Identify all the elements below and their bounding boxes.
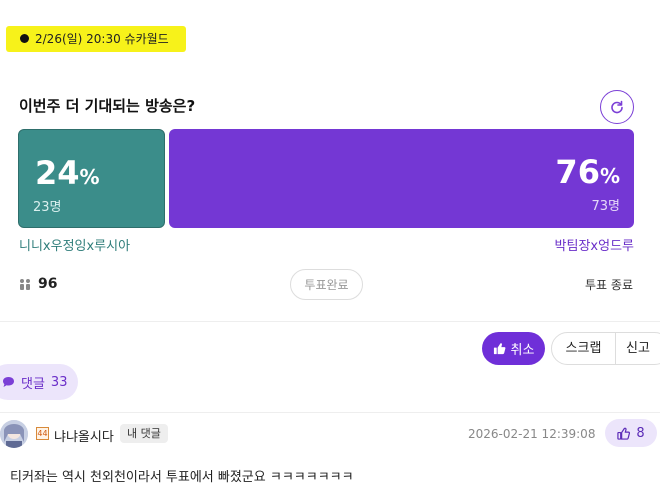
poll-option-right-percent: 76% (555, 153, 620, 191)
thumbs-up-icon (493, 343, 505, 355)
comment-timestamp: 2026-02-21 12:39:08 (468, 427, 596, 441)
refresh-button[interactable] (600, 90, 634, 124)
comment-username[interactable]: 냐냐올시다 (54, 426, 114, 445)
bullet-dot-icon (20, 34, 29, 43)
vote-cancel-label: 취소 (510, 343, 535, 358)
comments-label: 댓글 (21, 376, 45, 392)
poll-option-right-name: 박팀장x엉드루 (554, 239, 634, 254)
avatar-image (0, 420, 28, 448)
voters-count: 96 (18, 276, 57, 292)
comment-like-count: 8 (636, 425, 645, 441)
avatar[interactable] (0, 420, 28, 448)
comments-count: 33 (50, 374, 68, 390)
divider (0, 412, 660, 413)
comment-bubble-icon (3, 377, 14, 387)
poll-option-right-count: 73명 (591, 199, 620, 214)
comments-toggle-button[interactable]: 댓글 33 (0, 364, 78, 400)
poll-option-left-percent: 24% (35, 154, 100, 192)
vote-cancel-button[interactable]: 취소 (482, 332, 545, 365)
thumbs-up-icon (617, 427, 631, 440)
comment-like-button[interactable]: 8 (605, 419, 657, 447)
poll-option-left-count: 23명 (33, 200, 62, 215)
poll-question: 이번주 더 기대되는 방송은? (19, 97, 196, 115)
divider (0, 321, 660, 322)
poll-option-right-bar[interactable]: 76% 73명 (169, 129, 634, 228)
vote-done-button[interactable]: 투표완료 (290, 269, 363, 300)
comment-text: 티커좌는 역시 천외천이라서 투표에서 빠졌군요 ㅋㅋㅋㅋㅋㅋㅋ (10, 470, 354, 485)
poll-option-left-name: 니니x우정잉x루시아 (19, 239, 131, 254)
schedule-line: 2/26(일) 20:30 슈카월드 (20, 30, 169, 47)
refresh-icon (611, 100, 623, 114)
level-badge: 44 (36, 427, 49, 440)
poll-option-left-bar[interactable]: 24% 23명 (18, 129, 165, 228)
my-comment-badge: 내 댓글 (120, 424, 168, 443)
action-group: 스크랩 신고 (551, 332, 660, 365)
vote-end-label: 투표 종료 (585, 278, 633, 292)
report-button[interactable]: 신고 (616, 333, 650, 364)
voters-count-value: 96 (38, 276, 58, 292)
schedule-text: 2/26(일) 20:30 슈카월드 (35, 32, 169, 46)
voters-icon (20, 279, 30, 290)
scrap-button[interactable]: 스크랩 (552, 333, 616, 364)
